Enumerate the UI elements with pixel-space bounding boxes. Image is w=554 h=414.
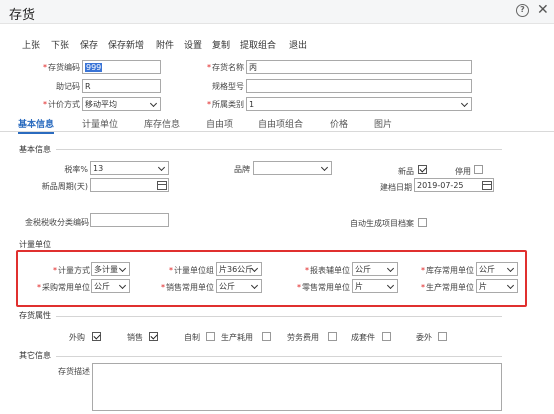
tab-bar: 基本信息 计量单位 库存信息 自由项 自由项组合 价格 图片 bbox=[0, 114, 554, 134]
retail-unit-select[interactable]: 片 bbox=[352, 279, 398, 293]
mnemonic-label: 助记码 bbox=[56, 82, 80, 91]
unit-method-label: *计量方式 bbox=[53, 266, 90, 275]
copy-button[interactable]: 复制 bbox=[212, 38, 230, 51]
attr-sales-checkbox[interactable] bbox=[149, 332, 158, 341]
settings-button[interactable]: 设置 bbox=[184, 38, 202, 51]
other-divider bbox=[56, 356, 502, 357]
tab-free-combo[interactable]: 自由项组合 bbox=[258, 117, 303, 130]
attr-sales-label: 销售 bbox=[127, 333, 143, 342]
auto-gen-label: 自动生成项目档案 bbox=[350, 219, 414, 228]
attachment-button[interactable]: 附件 bbox=[156, 38, 174, 51]
purchase-unit-label: *采购常用单位 bbox=[37, 283, 90, 292]
tab-images[interactable]: 图片 bbox=[374, 117, 392, 130]
valuation-select[interactable]: 移动平均 bbox=[82, 97, 161, 111]
tax-code-label: 金税税收分类编码 bbox=[25, 218, 89, 227]
spec-label: 规格型号 bbox=[212, 82, 244, 91]
brand-label: 品牌 bbox=[234, 165, 250, 174]
new-product-label: 新品 bbox=[398, 167, 414, 176]
production-unit-select[interactable]: 片 bbox=[476, 279, 518, 293]
attr-purchased-label: 外购 bbox=[69, 333, 85, 342]
units-section-title: 计量单位 bbox=[19, 240, 51, 249]
attr-self-made-label: 自制 bbox=[184, 333, 200, 342]
calendar-icon[interactable] bbox=[482, 181, 492, 190]
auto-gen-checkbox[interactable] bbox=[418, 218, 427, 227]
purchase-unit-select[interactable]: 公斤 bbox=[91, 279, 130, 293]
attr-service-checkbox[interactable] bbox=[328, 332, 337, 341]
create-date-label: 建档日期 bbox=[380, 183, 412, 192]
help-icon[interactable]: ? bbox=[516, 4, 529, 17]
extract-combo-button[interactable]: 提取组合 bbox=[240, 38, 276, 51]
attr-outsource-checkbox[interactable] bbox=[438, 332, 447, 341]
unit-method-select[interactable]: 多计量 bbox=[91, 262, 130, 276]
tab-price[interactable]: 价格 bbox=[330, 117, 348, 130]
disabled-label: 停用 bbox=[455, 167, 471, 176]
tax-code-input[interactable] bbox=[90, 213, 169, 227]
category-select[interactable]: 1 bbox=[246, 97, 472, 111]
stock-unit-select[interactable]: 公斤 bbox=[476, 262, 518, 276]
other-section-title: 其它信息 bbox=[19, 351, 51, 360]
attr-kit-checkbox[interactable] bbox=[382, 332, 391, 341]
code-input[interactable]: 999 bbox=[82, 60, 161, 74]
tab-free-items[interactable]: 自由项 bbox=[206, 117, 233, 130]
attr-purchased-checkbox[interactable] bbox=[92, 332, 101, 341]
code-label: *存货编码 bbox=[43, 63, 80, 72]
description-textarea[interactable] bbox=[92, 363, 502, 411]
unit-group-select[interactable]: 片36公斤 bbox=[216, 262, 262, 276]
save-button[interactable]: 保存 bbox=[80, 38, 98, 51]
mnemonic-input[interactable]: R bbox=[82, 79, 161, 93]
attr-outsource-label: 委外 bbox=[416, 333, 432, 342]
new-period-label: 新品周期(天) bbox=[41, 182, 88, 191]
next-button[interactable]: 下张 bbox=[51, 38, 69, 51]
category-label: *所属类别 bbox=[207, 100, 244, 109]
attr-production-checkbox[interactable] bbox=[262, 332, 271, 341]
attr-production-label: 生产耗用 bbox=[221, 333, 253, 342]
close-icon[interactable]: ✕ bbox=[537, 2, 549, 18]
stock-unit-label: *库存常用单位 bbox=[421, 266, 474, 275]
production-unit-label: *生产常用单位 bbox=[421, 283, 474, 292]
title-bar: 存货 ? ✕ bbox=[0, 0, 554, 24]
attr-kit-label: 成套件 bbox=[351, 333, 375, 342]
basic-section-title: 基本信息 bbox=[19, 145, 51, 154]
sales-unit-label: *销售常用单位 bbox=[161, 283, 214, 292]
toolbar: 上张 下张 保存 保存新增 附件 设置 复制 提取组合 退出 bbox=[0, 36, 554, 54]
exit-button[interactable]: 退出 bbox=[289, 38, 307, 51]
tab-units[interactable]: 计量单位 bbox=[82, 117, 118, 130]
tax-rate-label: 税率% bbox=[64, 165, 88, 174]
name-label: *存货名称 bbox=[207, 63, 244, 72]
retail-unit-label: *零售常用单位 bbox=[297, 283, 350, 292]
tax-rate-select[interactable]: 13 bbox=[90, 161, 169, 175]
valuation-label: *计价方式 bbox=[43, 100, 80, 109]
description-label: 存货描述 bbox=[58, 367, 90, 376]
name-input[interactable]: 丙 bbox=[246, 60, 472, 74]
window-title: 存货 bbox=[9, 8, 36, 23]
calendar-icon[interactable] bbox=[157, 181, 167, 190]
unit-group-label: *计量单位组 bbox=[169, 266, 214, 275]
report-unit-select[interactable]: 公斤 bbox=[352, 262, 398, 276]
prev-button[interactable]: 上张 bbox=[22, 38, 40, 51]
tab-inventory[interactable]: 库存信息 bbox=[144, 117, 180, 130]
sales-unit-select[interactable]: 公斤 bbox=[216, 279, 262, 293]
brand-select[interactable] bbox=[253, 161, 332, 175]
save-and-new-button[interactable]: 保存新增 bbox=[108, 38, 144, 51]
disabled-checkbox[interactable] bbox=[474, 165, 483, 174]
attributes-divider bbox=[56, 316, 502, 317]
basic-divider bbox=[56, 149, 502, 150]
attr-self-made-checkbox[interactable] bbox=[206, 332, 215, 341]
attributes-section-title: 存货属性 bbox=[19, 311, 51, 320]
spec-input[interactable] bbox=[246, 79, 472, 93]
report-unit-label: *报表辅单位 bbox=[305, 266, 350, 275]
attr-service-label: 劳务费用 bbox=[287, 333, 319, 342]
tab-basic-info[interactable]: 基本信息 bbox=[18, 117, 55, 134]
new-product-checkbox[interactable] bbox=[418, 165, 427, 174]
